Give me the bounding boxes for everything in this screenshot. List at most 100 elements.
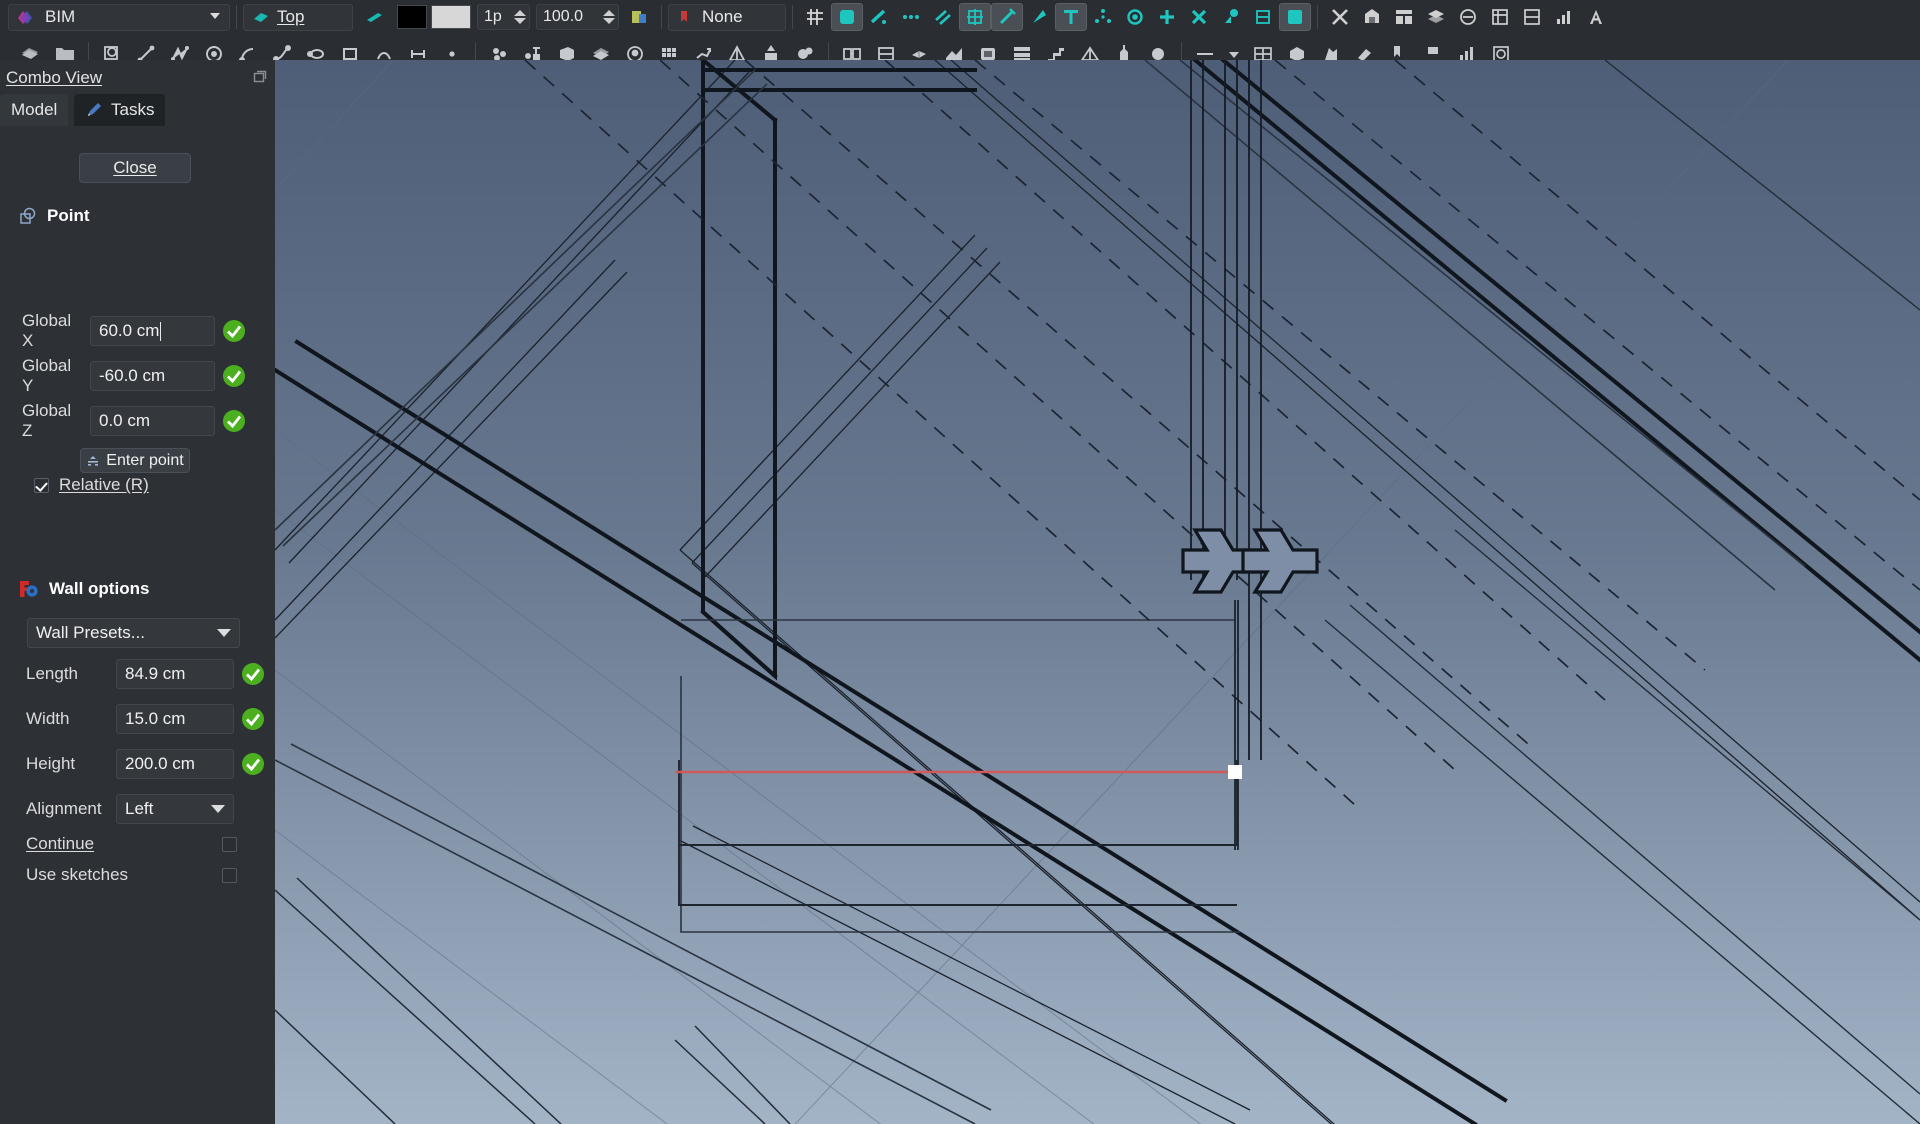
style-none-icon xyxy=(677,8,695,26)
global-x-row: Global X 60.0 cm xyxy=(22,311,246,351)
tasks-panel-body: Close Point Global X 60.0 cm Global Y -6… xyxy=(0,126,275,1124)
view-top-icon xyxy=(252,8,270,26)
transparency-spin[interactable]: 100.0 xyxy=(536,4,619,30)
relative-checkbox[interactable] xyxy=(34,477,49,493)
wall-presets-value: Wall Presets... xyxy=(36,623,145,642)
global-z-value: 0.0 cm xyxy=(99,411,151,430)
snap-lock-icon[interactable] xyxy=(831,3,863,31)
use-sketches-label: Use sketches xyxy=(26,865,129,884)
chevron-down-icon[interactable] xyxy=(207,7,223,28)
snap-toggle-icon[interactable] xyxy=(1279,3,1311,31)
snap-dimension-icon[interactable] xyxy=(359,3,391,31)
toolbar-divider-3 xyxy=(792,5,793,29)
enter-point-button[interactable]: Enter point xyxy=(80,448,190,473)
snap-marker xyxy=(1228,765,1242,779)
wall-presets-combo[interactable]: Wall Presets... xyxy=(27,618,240,648)
utils-icon[interactable] xyxy=(1324,3,1356,31)
global-x-valid-icon xyxy=(222,319,246,343)
schedule-icon[interactable] xyxy=(1484,3,1516,31)
snap-endpoint-icon[interactable] xyxy=(863,3,895,31)
toolbar-divider-4 xyxy=(1317,5,1318,29)
snap-special-icon[interactable] xyxy=(1183,3,1215,31)
transparency-arrows[interactable] xyxy=(603,9,615,25)
panel-float-icon[interactable] xyxy=(253,70,267,84)
wall-height-value: 200.0 cm xyxy=(125,754,195,773)
layers-icon[interactable] xyxy=(1420,3,1452,31)
global-y-row: Global Y -60.0 cm xyxy=(22,356,246,396)
snap-intersection-icon[interactable] xyxy=(1151,3,1183,31)
use-sketches-checkbox[interactable] xyxy=(222,868,237,883)
snap-extension-icon[interactable] xyxy=(1119,3,1151,31)
use-sketches-row: Use sketches xyxy=(26,865,146,885)
point-section-heading: Point xyxy=(18,206,90,226)
tab-model-label: Model xyxy=(11,100,58,119)
snap-angle-icon[interactable] xyxy=(1023,3,1055,31)
wall-length-input[interactable]: 84.9 cm xyxy=(116,659,234,689)
color-swatch-white[interactable] xyxy=(431,5,471,29)
close-button[interactable]: Close xyxy=(79,153,191,183)
color-swatch-black[interactable] xyxy=(397,5,427,29)
global-z-label: Global Z xyxy=(22,401,72,440)
viewport-background xyxy=(275,60,1920,1124)
apply-style-icon[interactable] xyxy=(623,3,655,31)
view-top-label: Top xyxy=(277,7,305,26)
wall-options-label: Wall options xyxy=(49,579,150,598)
wall-options-heading: Wall options xyxy=(18,578,149,600)
global-x-label: Global X xyxy=(22,311,72,350)
view-top-button[interactable]: Top xyxy=(243,3,353,31)
toolbar-divider-2 xyxy=(661,5,662,29)
ifc-icon[interactable] xyxy=(1516,3,1548,31)
freecad-gear-icon xyxy=(18,578,40,600)
top-toolbar: BIM Top 1p 100.0 None xyxy=(0,0,1920,34)
tab-tasks[interactable]: Tasks xyxy=(74,94,166,126)
global-y-input[interactable]: -60.0 cm xyxy=(90,361,215,391)
annotation-icon[interactable] xyxy=(1548,3,1580,31)
panel-tabbar: Model Tasks xyxy=(0,94,275,126)
close-button-label: Close xyxy=(113,158,157,177)
style-none-button[interactable]: None xyxy=(668,3,786,31)
tab-model[interactable]: Model xyxy=(0,94,69,126)
point-section-label: Point xyxy=(47,206,90,225)
wall-height-valid-icon xyxy=(241,752,265,776)
wall-width-input[interactable]: 15.0 cm xyxy=(116,704,234,734)
chevron-down-icon xyxy=(217,629,231,637)
global-x-value: 60.0 cm xyxy=(99,321,160,340)
workbench-selector[interactable]: BIM xyxy=(8,3,230,31)
global-y-valid-icon xyxy=(222,364,246,388)
wall-alignment-value: Left xyxy=(125,799,154,818)
line-width-arrows[interactable] xyxy=(514,9,526,25)
snap-working-plane-icon[interactable] xyxy=(1055,3,1087,31)
wall-height-label: Height xyxy=(26,754,76,773)
relative-checkbox-row[interactable]: Relative (R) xyxy=(34,475,149,495)
chevron-down-icon xyxy=(211,805,225,813)
wall-height-input[interactable]: 200.0 cm xyxy=(116,749,234,779)
global-z-row: Global Z 0.0 cm xyxy=(22,401,246,441)
global-z-input[interactable]: 0.0 cm xyxy=(90,406,215,436)
snap-near-icon[interactable] xyxy=(1215,3,1247,31)
floor-icon[interactable] xyxy=(1388,3,1420,31)
snap-midpoint-icon[interactable] xyxy=(895,3,927,31)
snap-center-icon[interactable] xyxy=(1087,3,1119,31)
continue-checkbox[interactable] xyxy=(222,837,237,852)
grid-icon[interactable] xyxy=(799,3,831,31)
material-icon[interactable] xyxy=(1452,3,1484,31)
transparency-value: 100.0 xyxy=(543,8,584,25)
pencil-icon xyxy=(85,101,103,119)
global-y-label: Global Y xyxy=(22,356,72,395)
bim-workbench-icon xyxy=(15,7,35,27)
global-x-input[interactable]: 60.0 cm xyxy=(90,316,215,346)
style-none-label: None xyxy=(702,7,743,26)
text-icon[interactable] xyxy=(1580,3,1612,31)
snap-ortho-icon[interactable] xyxy=(1247,3,1279,31)
line-width-spin[interactable]: 1p xyxy=(477,4,530,30)
wall-alignment-combo[interactable]: Left xyxy=(116,794,234,824)
panel-title: Combo View xyxy=(6,68,102,88)
snap-grid-icon[interactable] xyxy=(959,3,991,31)
snap-perpendicular-icon[interactable] xyxy=(991,3,1023,31)
wall-length-value: 84.9 cm xyxy=(125,664,186,683)
combo-view-panel: Combo View Model Tasks Close Point Globa… xyxy=(0,60,275,1124)
snap-parallel-icon[interactable] xyxy=(927,3,959,31)
viewport-canvas[interactable] xyxy=(275,60,1920,1124)
3d-viewport[interactable] xyxy=(275,60,1920,1124)
building-icon[interactable] xyxy=(1356,3,1388,31)
